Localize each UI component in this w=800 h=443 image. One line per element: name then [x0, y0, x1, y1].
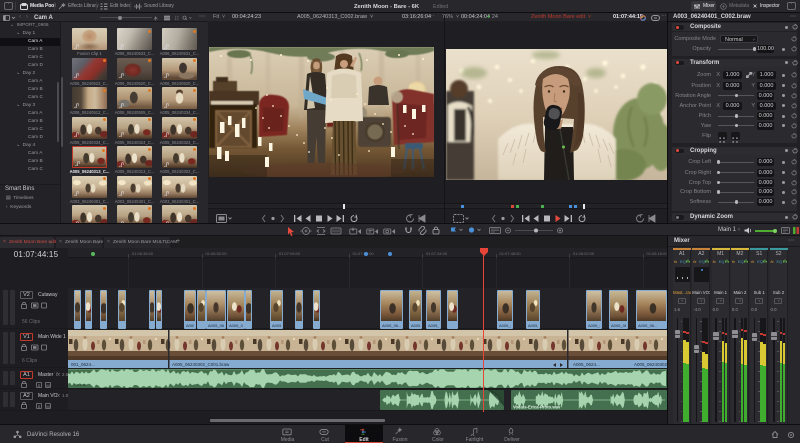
svg-text:...rts.wav: ...rts.wav: [71, 382, 87, 387]
svg-text:A005_06240302_C001.braw: A005_06240302_C001.braw: [172, 362, 230, 367]
svg-text:Vocals-Erica-Proto.wav: Vocals-Erica-Proto.wav: [513, 405, 561, 410]
svg-text:001_0624...: 001_0624...: [71, 362, 95, 367]
svg-text:A005_06240302_C001.braw: A005_06240302_C001.braw: [634, 362, 667, 367]
svg-text:A005_0624...: A005_0624...: [573, 362, 600, 367]
